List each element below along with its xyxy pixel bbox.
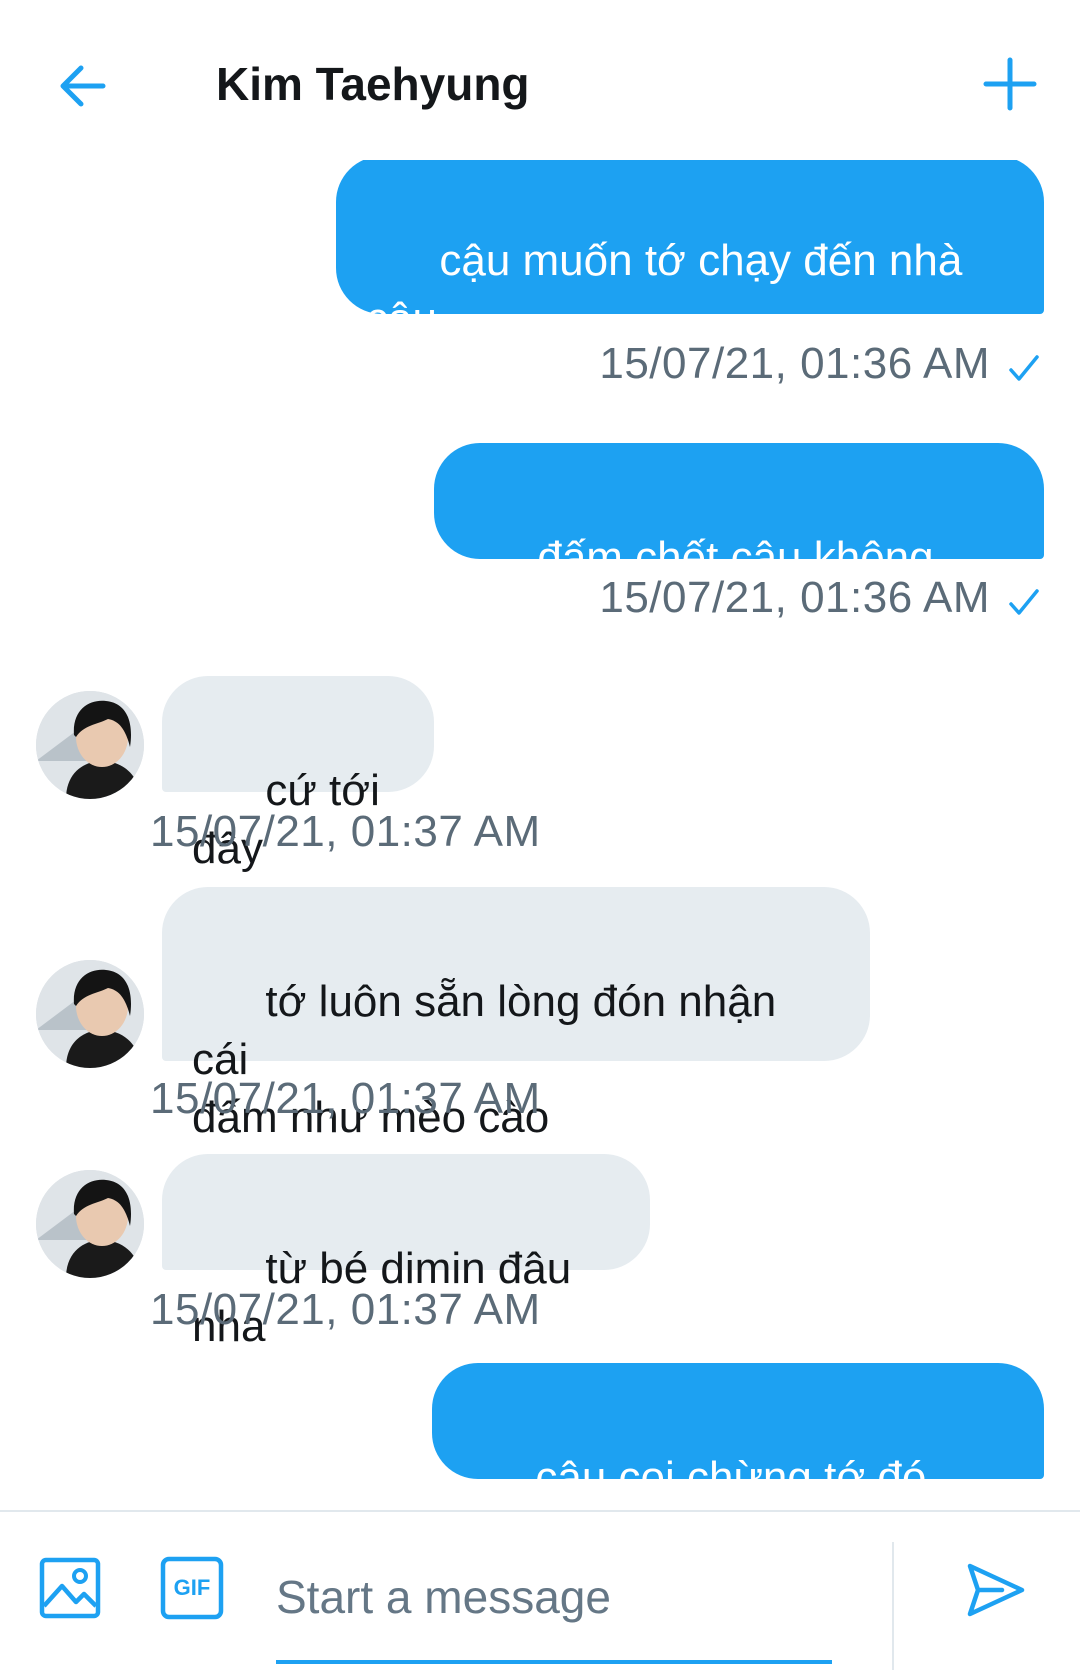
message-text: cậu coi chừng tớ đó xyxy=(535,1453,927,1502)
conversation-title[interactable]: Kim Taehyung xyxy=(216,56,530,112)
message-timestamp-row: 15/07/21, 01:36 AM xyxy=(599,572,1040,630)
message-timestamp: 15/07/21, 01:37 AM xyxy=(150,1285,541,1334)
send-button[interactable] xyxy=(960,1554,1032,1626)
sent-message-bubble[interactable]: đấm chết cậu không hả?? xyxy=(434,443,1044,640)
add-button[interactable] xyxy=(978,52,1042,116)
contact-avatar[interactable] xyxy=(36,1170,144,1278)
add-image-button[interactable] xyxy=(36,1554,104,1622)
sent-message-bubble[interactable]: cậu muốn tớ chạy đến nhà cậu xyxy=(336,160,1044,343)
checkmark-icon xyxy=(1008,344,1040,396)
message-timestamp: 15/07/21, 01:37 AM xyxy=(150,1074,541,1123)
message-text: cậu muốn tớ chạy đến nhà cậu xyxy=(366,236,963,343)
received-message-bubble[interactable]: tớ luôn sẵn lòng đón nhận cái đấm như mè… xyxy=(162,887,870,1142)
composer-divider xyxy=(892,1542,894,1670)
message-composer: GIF xyxy=(0,1510,1080,1675)
message-timestamp: 15/07/21, 01:37 AM xyxy=(150,807,541,856)
image-icon xyxy=(39,1557,101,1619)
back-button[interactable] xyxy=(52,55,114,117)
message-list[interactable]: cậu muốn tớ chạy đến nhà cậu 15/07/21, 0… xyxy=(0,160,1080,1510)
add-gif-button[interactable]: GIF xyxy=(158,1554,226,1622)
message-input-underline xyxy=(276,1660,832,1664)
contact-avatar[interactable] xyxy=(36,960,144,1068)
gif-label: GIF xyxy=(173,1575,211,1600)
conversation-header: Kim Taehyung xyxy=(0,0,1080,160)
message-timestamp-row: 15/07/21, 01:36 AM xyxy=(599,338,1040,396)
received-message-bubble[interactable]: từ bé dimin đâu nha xyxy=(162,1154,650,1351)
arrow-left-icon xyxy=(60,65,106,107)
message-input[interactable] xyxy=(276,1552,832,1642)
contact-avatar[interactable] xyxy=(36,691,144,799)
dm-conversation-screen: Kim Taehyung cậu muốn tớ chạy đến nhà cậ… xyxy=(0,0,1080,1675)
plus-icon xyxy=(983,57,1037,111)
sent-message-bubble[interactable]: cậu coi chừng tớ đó !#%&$ !#%&$ xyxy=(432,1363,1044,1502)
message-timestamp: 15/07/21, 01:36 AM xyxy=(599,339,990,388)
received-message-bubble[interactable]: cứ tới đây xyxy=(162,676,434,873)
message-timestamp: 15/07/21, 01:36 AM xyxy=(599,573,990,622)
send-icon xyxy=(967,1563,1025,1617)
checkmark-icon xyxy=(1008,578,1040,630)
